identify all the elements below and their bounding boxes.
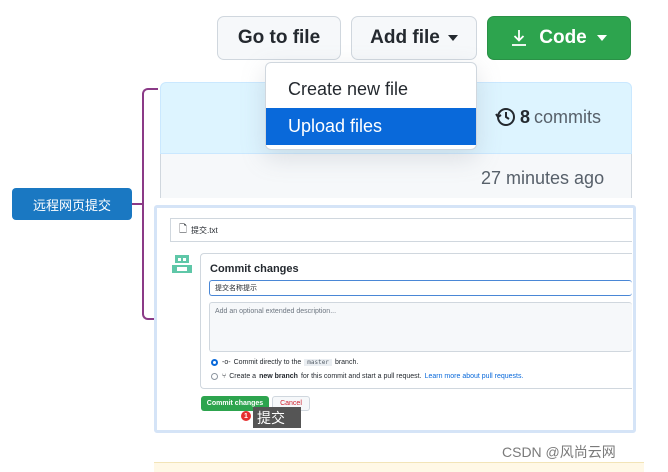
option-new-post: for this commit and start a pull request… <box>300 373 422 380</box>
annotation-bracket-tick <box>131 203 143 205</box>
option-direct-suffix: branch. <box>334 359 359 366</box>
last-updated: 27 minutes ago <box>481 168 605 188</box>
add-file-dropdown: Create new file Upload files <box>265 62 477 150</box>
code-button[interactable]: Code <box>487 16 631 60</box>
learn-more-link[interactable]: Learn more about pull requests. <box>425 373 524 380</box>
go-to-file-button[interactable]: Go to file <box>217 16 341 60</box>
radio-unselected-icon[interactable] <box>211 373 218 380</box>
option-direct-prefix: Commit directly to the <box>233 359 302 366</box>
commit-message-value: 提交名称提示 <box>215 285 257 292</box>
branch-name: master <box>304 359 332 366</box>
add-file-label: Add file <box>370 27 440 48</box>
radio-selected-icon[interactable] <box>211 359 218 366</box>
annotation-label: 远程网页提交 <box>12 188 132 220</box>
avatar <box>170 252 194 276</box>
commits-label: commits <box>534 106 602 127</box>
commit-description-input[interactable]: Add an optional extended description... <box>209 302 632 352</box>
add-file-button[interactable]: Add file <box>351 16 477 60</box>
history-icon <box>494 106 516 128</box>
go-to-file-label: Go to file <box>237 27 321 48</box>
file-name-row: 🗋 提交.txt <box>170 218 632 242</box>
commit-tooltip: 提交 <box>253 407 301 428</box>
file-icon: 🗋 <box>179 223 188 235</box>
pull-request-icon: ⑂ <box>222 373 227 380</box>
option-new-bold: new branch <box>259 373 298 380</box>
menu-item-create-new-file[interactable]: Create new file <box>266 71 476 108</box>
step-badge: 1 <box>241 411 251 421</box>
notice-banner-edge <box>154 462 644 472</box>
download-icon <box>511 29 527 47</box>
menu-item-upload-files[interactable]: Upload files <box>266 108 476 145</box>
caret-down-icon <box>447 35 458 41</box>
commits-count: 8 <box>520 106 531 127</box>
file-name: 提交.txt <box>191 225 218 235</box>
option-new-branch[interactable]: ⑂ Create a new branch for this commit an… <box>211 373 523 380</box>
commit-icon: -o- <box>222 359 231 366</box>
commits-link[interactable]: 8 commits <box>494 106 601 128</box>
watermark: CSDN @风尚云网 <box>502 444 616 460</box>
commit-description-placeholder: Add an optional extended description... <box>215 308 337 315</box>
code-label: Code <box>539 27 587 48</box>
caret-down-icon <box>596 35 607 41</box>
option-new-pre: Create a <box>229 373 257 380</box>
commit-message-input[interactable]: 提交名称提示 <box>209 280 632 296</box>
commit-title: Commit changes <box>210 263 299 275</box>
option-commit-direct[interactable]: -o- Commit directly to the master branch… <box>211 359 358 366</box>
